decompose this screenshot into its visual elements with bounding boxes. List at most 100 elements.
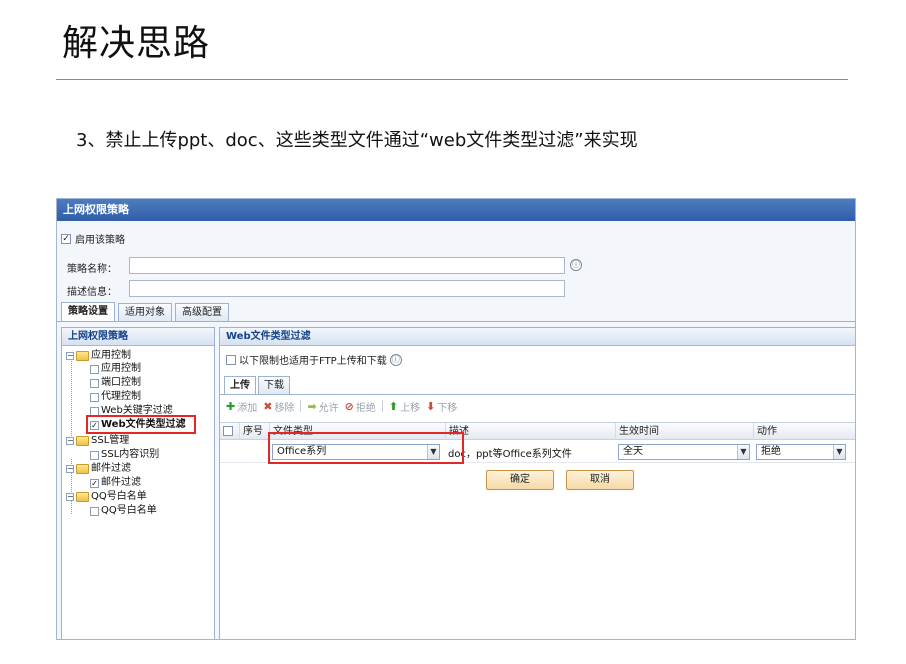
move-up-button-label: 上移 xyxy=(400,402,421,414)
x-icon: ✖ xyxy=(263,399,273,413)
tree-item-label: 应用控制 xyxy=(101,363,141,374)
tree-item-label: 邮件过滤 xyxy=(91,463,131,474)
remove-button[interactable]: ✖ 移除 xyxy=(263,399,294,414)
ok-button[interactable]: 确定 xyxy=(486,470,554,490)
sub-tab-bar: 上传 下载 xyxy=(224,376,290,395)
top-tab-bar: 策略设置 适用对象 高级配置 xyxy=(61,302,229,322)
tab-advanced-config[interactable]: 高级配置 xyxy=(175,303,229,321)
tree-group-app-control[interactable]: − 应用控制 xyxy=(66,350,131,362)
folder-icon xyxy=(76,464,89,474)
tree-group-mail-filter[interactable]: − 邮件过滤 xyxy=(66,463,131,475)
tree-item-app-control[interactable]: 应用控制 xyxy=(90,363,141,375)
tree-item-label: SSL管理 xyxy=(91,435,130,446)
move-down-button[interactable]: ⬇ 下移 xyxy=(426,399,457,414)
info-icon[interactable]: ⓘ xyxy=(389,353,402,366)
policy-name-label: 策略名称： xyxy=(67,264,117,275)
step-description: 3、禁止上传ppt、doc、这些类型文件通过“web文件类型过滤”来实现 xyxy=(76,130,638,151)
tree-item-checkbox[interactable] xyxy=(90,450,99,460)
tree-item-label: QQ号白名单 xyxy=(101,505,157,516)
tree-item-checkbox[interactable] xyxy=(90,392,99,402)
collapse-icon[interactable]: − xyxy=(66,437,74,445)
tree-item-ssl-recognition[interactable]: SSL内容识别 xyxy=(90,449,159,461)
collapse-icon[interactable]: − xyxy=(66,352,74,360)
move-up-button[interactable]: ⬆ 上移 xyxy=(389,399,420,414)
tree-item-label: SSL内容识别 xyxy=(101,449,160,460)
tree-item-checkbox[interactable] xyxy=(90,364,99,374)
arrow-down-icon: ⬇ xyxy=(426,399,436,413)
slide-title: 解决思路 xyxy=(62,23,211,64)
tree-item-label: QQ号白名单 xyxy=(91,491,147,502)
collapse-icon[interactable]: − xyxy=(66,465,74,473)
enable-policy-label: 启用该策略 xyxy=(75,235,125,246)
tree-item-label: 代理控制 xyxy=(101,391,141,402)
ftp-apply-checkbox[interactable] xyxy=(226,354,236,365)
deny-button-label: 拒绝 xyxy=(355,402,376,414)
chevron-down-icon[interactable]: ▼ xyxy=(833,445,845,459)
info-icon[interactable]: ⓘ xyxy=(570,259,582,271)
plus-icon: ✚ xyxy=(226,399,236,413)
tree-item-proxy-control[interactable]: 代理控制 xyxy=(90,391,141,403)
move-down-button-label: 下移 xyxy=(437,402,458,414)
tree-item-label: 应用控制 xyxy=(91,350,131,361)
toolbar-separator xyxy=(300,400,302,412)
highlight-box xyxy=(268,432,464,464)
allow-button-label: 允许 xyxy=(318,402,339,414)
tab-divider xyxy=(57,321,855,322)
select-all-checkbox[interactable] xyxy=(223,426,233,436)
column-action[interactable]: 动作 xyxy=(754,423,855,440)
tree-group-ssl[interactable]: − SSL管理 xyxy=(66,435,129,447)
select-all-cell[interactable] xyxy=(220,423,240,440)
ftp-apply-row[interactable]: 以下限制也适用于FTP上传和下载 ⓘ xyxy=(226,352,402,367)
allow-button[interactable]: ➡ 允许 xyxy=(307,399,338,414)
folder-icon xyxy=(76,492,89,502)
policy-desc-input[interactable] xyxy=(129,280,565,297)
filetype-filter-panel: Web文件类型过滤 以下限制也适用于FTP上传和下载 ⓘ 上传 下载 ✚ 添加 … xyxy=(219,327,855,639)
effective-time-value: 全天 xyxy=(623,446,643,457)
tree-connector xyxy=(71,356,72,436)
effective-time-select[interactable]: 全天 ▼ xyxy=(618,444,750,460)
tree-item-mail-filter[interactable]: ✓ 邮件过滤 xyxy=(90,477,141,489)
column-description[interactable]: 描述 xyxy=(446,423,616,440)
tree-item-checkbox[interactable] xyxy=(90,506,99,516)
tab-download[interactable]: 下载 xyxy=(258,376,290,394)
ftp-apply-label: 以下限制也适用于FTP上传和下载 xyxy=(239,356,387,367)
policy-desc-label: 描述信息： xyxy=(67,287,117,298)
policy-tree-panel: 上网权限策略 − 应用控制 应用控制 端口控制 代理控制 Web关键字过滤 ✓ … xyxy=(61,327,215,639)
enable-policy-checkbox[interactable]: ✓ xyxy=(61,233,71,244)
window-title: 上网权限策略 xyxy=(57,199,855,221)
policy-window: 上网权限策略 ✓ 启用该策略 策略名称： ⓘ 描述信息： 策略设置 适用对象 高… xyxy=(56,198,856,640)
tab-policy-settings[interactable]: 策略设置 xyxy=(61,302,115,322)
remove-button-label: 移除 xyxy=(274,402,295,414)
tree-item-checkbox[interactable]: ✓ xyxy=(90,478,99,488)
column-effective-time[interactable]: 生效时间 xyxy=(616,423,754,440)
filetype-filter-header: Web文件类型过滤 xyxy=(220,328,855,346)
tree-item-checkbox[interactable] xyxy=(90,378,99,388)
tree-item-label: 端口控制 xyxy=(101,377,141,388)
rule-toolbar: ✚ 添加 ✖ 移除 ➡ 允许 ⊘ 拒绝 ⬆ 上移 ⬇ 下移 xyxy=(226,398,457,414)
tree-group-qq-whitelist[interactable]: − QQ号白名单 xyxy=(66,491,147,503)
add-button[interactable]: ✚ 添加 xyxy=(226,399,257,414)
collapse-icon[interactable]: − xyxy=(66,493,74,501)
column-index[interactable]: 序号 xyxy=(240,423,270,440)
sub-tab-divider xyxy=(220,394,855,395)
enable-policy-row[interactable]: ✓ 启用该策略 xyxy=(61,231,125,246)
cancel-button[interactable]: 取消 xyxy=(566,470,634,490)
arrow-right-icon: ➡ xyxy=(307,399,317,413)
folder-icon xyxy=(76,351,89,361)
tree-item-port-control[interactable]: 端口控制 xyxy=(90,377,141,389)
title-divider xyxy=(56,79,848,80)
action-select[interactable]: 拒绝 ▼ xyxy=(756,444,846,460)
policy-tree-header: 上网权限策略 xyxy=(62,328,214,346)
action-value: 拒绝 xyxy=(761,446,781,457)
tab-upload[interactable]: 上传 xyxy=(224,376,256,395)
tab-applicable-objects[interactable]: 适用对象 xyxy=(118,303,172,321)
chevron-down-icon[interactable]: ▼ xyxy=(737,445,749,459)
toolbar-separator xyxy=(381,400,383,412)
highlight-box xyxy=(86,415,196,434)
add-button-label: 添加 xyxy=(237,402,258,414)
tree-item-qq-whitelist[interactable]: QQ号白名单 xyxy=(90,505,157,517)
deny-button[interactable]: ⊘ 拒绝 xyxy=(345,399,376,414)
folder-icon xyxy=(76,436,89,446)
policy-name-input[interactable] xyxy=(129,257,565,274)
description-cell: doc，ppt等Office系列文件 xyxy=(448,449,572,460)
